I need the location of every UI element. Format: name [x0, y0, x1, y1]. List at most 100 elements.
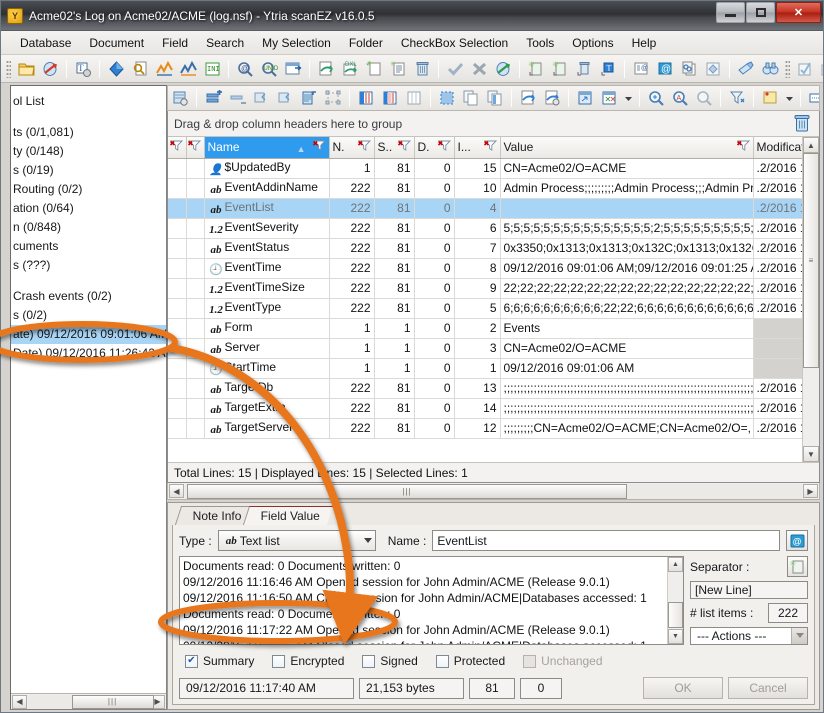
scroll-up-arrow[interactable]: ▲ [803, 137, 819, 153]
checkbox-protected-box[interactable] [435, 654, 449, 668]
col-header-i[interactable]: I... [454, 137, 501, 159]
checkbox-summary-box[interactable]: ✔ [185, 654, 198, 668]
row-check1[interactable] [168, 378, 187, 399]
row-name[interactable]: ab EventStatus [204, 238, 330, 259]
select-all-icon[interactable] [322, 87, 344, 109]
menu-document[interactable]: Document [80, 33, 153, 53]
find-clear-icon[interactable] [693, 87, 715, 109]
grid-scroll-left-arrow[interactable]: ◀ [169, 484, 184, 498]
copy-column-icon[interactable] [484, 87, 506, 109]
at-icon[interactable]: @ [654, 58, 676, 80]
filter-icon-name[interactable] [312, 140, 326, 154]
row-name[interactable]: 🕘 EventTime [204, 258, 330, 279]
close-button[interactable]: ✕ [776, 2, 821, 23]
copy-icon[interactable] [460, 87, 482, 109]
row-name[interactable]: ab EventAddinName [204, 178, 330, 199]
row-check2[interactable] [186, 178, 205, 199]
find-icon[interactable] [645, 87, 667, 109]
menu-field[interactable]: Field [153, 33, 197, 53]
at-button[interactable]: @ [786, 530, 808, 551]
cancel-button[interactable]: Cancel [728, 677, 808, 699]
row-check2[interactable] [186, 218, 205, 239]
tree-item-2[interactable]: s (0/19) [11, 161, 166, 180]
table-row[interactable]: ab TargetExtra 222 81 0 14 ;;;;;;;;;;;;;;… [168, 398, 802, 419]
checkbox-multi-icon[interactable] [818, 58, 823, 80]
row-check2[interactable] [186, 258, 205, 279]
row-name[interactable]: 🕘 StartTime [204, 358, 330, 379]
row-check2[interactable] [186, 418, 205, 439]
scroll-left-arrow[interactable]: ◀ [12, 694, 27, 709]
grid-vscroll-thumb[interactable]: ≡ [803, 153, 819, 368]
type-combo[interactable]: ab Text list [217, 530, 376, 551]
row-name[interactable]: ab EventList [204, 198, 330, 219]
toolbar-grip[interactable] [6, 59, 11, 78]
collapse-node-icon[interactable] [274, 87, 296, 109]
field-value-memo[interactable]: Documents read: 0 Documents written: 0 0… [180, 557, 667, 644]
menu-folder[interactable]: Folder [340, 33, 392, 53]
sidebar-horizontal-scrollbar[interactable]: ◀ ||| ▶ [11, 693, 166, 709]
table-row[interactable]: 👤 $UpdatedBy 1 81 0 15 CN=Acme02/O=ACME .… [168, 158, 802, 179]
filter-icon-s[interactable] [397, 140, 411, 154]
checkbox-summary[interactable]: ✔ Summary [185, 654, 254, 668]
row-name[interactable]: ab TargetDb [204, 378, 330, 399]
checkbox-encrypted[interactable]: Encrypted [272, 654, 344, 668]
actions-combo[interactable]: --- Actions --- [690, 626, 808, 645]
tree-item-10[interactable]: s (0/2) [11, 306, 166, 325]
table-row-selected[interactable]: abEventList 222 81 0 4 .2/2016 11:17:4 [168, 198, 802, 219]
row-name[interactable]: ab TargetServer [204, 418, 330, 439]
table-row[interactable]: ab EventStatus 222 81 0 7 0x3350;0x1313;0… [168, 238, 802, 259]
text-t-icon[interactable]: T [597, 58, 619, 80]
tree-item-6[interactable]: cuments [11, 237, 166, 256]
row-check2[interactable] [186, 338, 205, 359]
maximize-button[interactable] [746, 2, 775, 23]
excel-export-icon[interactable]: ✕ ✕ [598, 87, 620, 109]
menu-help[interactable]: Help [623, 33, 666, 53]
grid-horizontal-scrollbar[interactable]: ◀ ||| ▶ [167, 483, 820, 500]
filter-icon-1[interactable] [169, 140, 183, 154]
col-header-check1[interactable] [168, 137, 187, 159]
trash-icon[interactable] [793, 114, 811, 136]
toolbar-grip-2[interactable] [785, 59, 790, 78]
row-name[interactable]: 👤 $UpdatedBy [204, 158, 330, 179]
grid-hscroll-track[interactable]: ||| [185, 483, 802, 499]
row-check2[interactable] [186, 298, 205, 319]
table-row[interactable]: 1.2 EventTimeSize 222 81 0 9 22;22;22;22;… [168, 278, 802, 299]
list-at-icon[interactable]: @ [630, 58, 652, 80]
column-gray-icon[interactable] [403, 87, 425, 109]
binoculars-icon[interactable] [759, 58, 781, 80]
separator-edit-button[interactable]: ✳ [787, 556, 808, 577]
new-note-2-icon[interactable]: ✳ [549, 58, 571, 80]
tree-item-12[interactable]: Date) 09/12/2016 11:26:42 AM [11, 344, 166, 363]
filter-icon-i[interactable] [483, 140, 497, 154]
document-tree[interactable]: ol List ts (0/1,081) ty (0/148) s (0/19)… [11, 86, 166, 693]
scroll-down-arrow[interactable]: ▼ [803, 446, 819, 462]
diamond-pale-icon[interactable] [702, 58, 724, 80]
row-check2[interactable] [186, 398, 205, 419]
checkbox-signed[interactable]: Signed [362, 654, 418, 668]
tree-item-5[interactable]: n (0/848) [11, 218, 166, 237]
export-grid-icon[interactable] [517, 87, 539, 109]
new-list-icon[interactable]: ✳ [387, 58, 409, 80]
chevron-down-icon[interactable] [363, 538, 372, 543]
cancel-cross-icon[interactable] [468, 58, 490, 80]
menu-options[interactable]: Options [563, 33, 622, 53]
row-check1[interactable] [168, 258, 187, 279]
tab-field-value[interactable]: Field Value [242, 506, 333, 525]
table-row[interactable]: 🕘 EventTime 222 81 0 8 09/12/2016 09:01:0… [168, 258, 802, 279]
menu-tools[interactable]: Tools [517, 33, 563, 53]
column-pink-icon[interactable] [379, 87, 401, 109]
chevron-down-icon[interactable] [791, 627, 807, 644]
grid-scroll-right-arrow[interactable]: ▶ [803, 484, 818, 498]
open-window-icon[interactable] [282, 58, 304, 80]
grid-hscroll-thumb[interactable]: ||| [187, 483, 627, 499]
unid-search-icon[interactable]: UNID [258, 58, 280, 80]
note-icon[interactable] [759, 87, 781, 109]
row-check1[interactable] [168, 218, 187, 239]
row-check1[interactable] [168, 198, 187, 219]
field-name-input[interactable]: EventList [432, 530, 780, 551]
row-check1[interactable] [168, 318, 187, 339]
memo-scroll-track[interactable] [668, 572, 683, 629]
col-header-d[interactable]: D. [414, 137, 455, 159]
tree-item-0[interactable]: ts (0/1,081) [11, 123, 166, 142]
menu-checkbox-selection[interactable]: CheckBox Selection [392, 33, 517, 53]
